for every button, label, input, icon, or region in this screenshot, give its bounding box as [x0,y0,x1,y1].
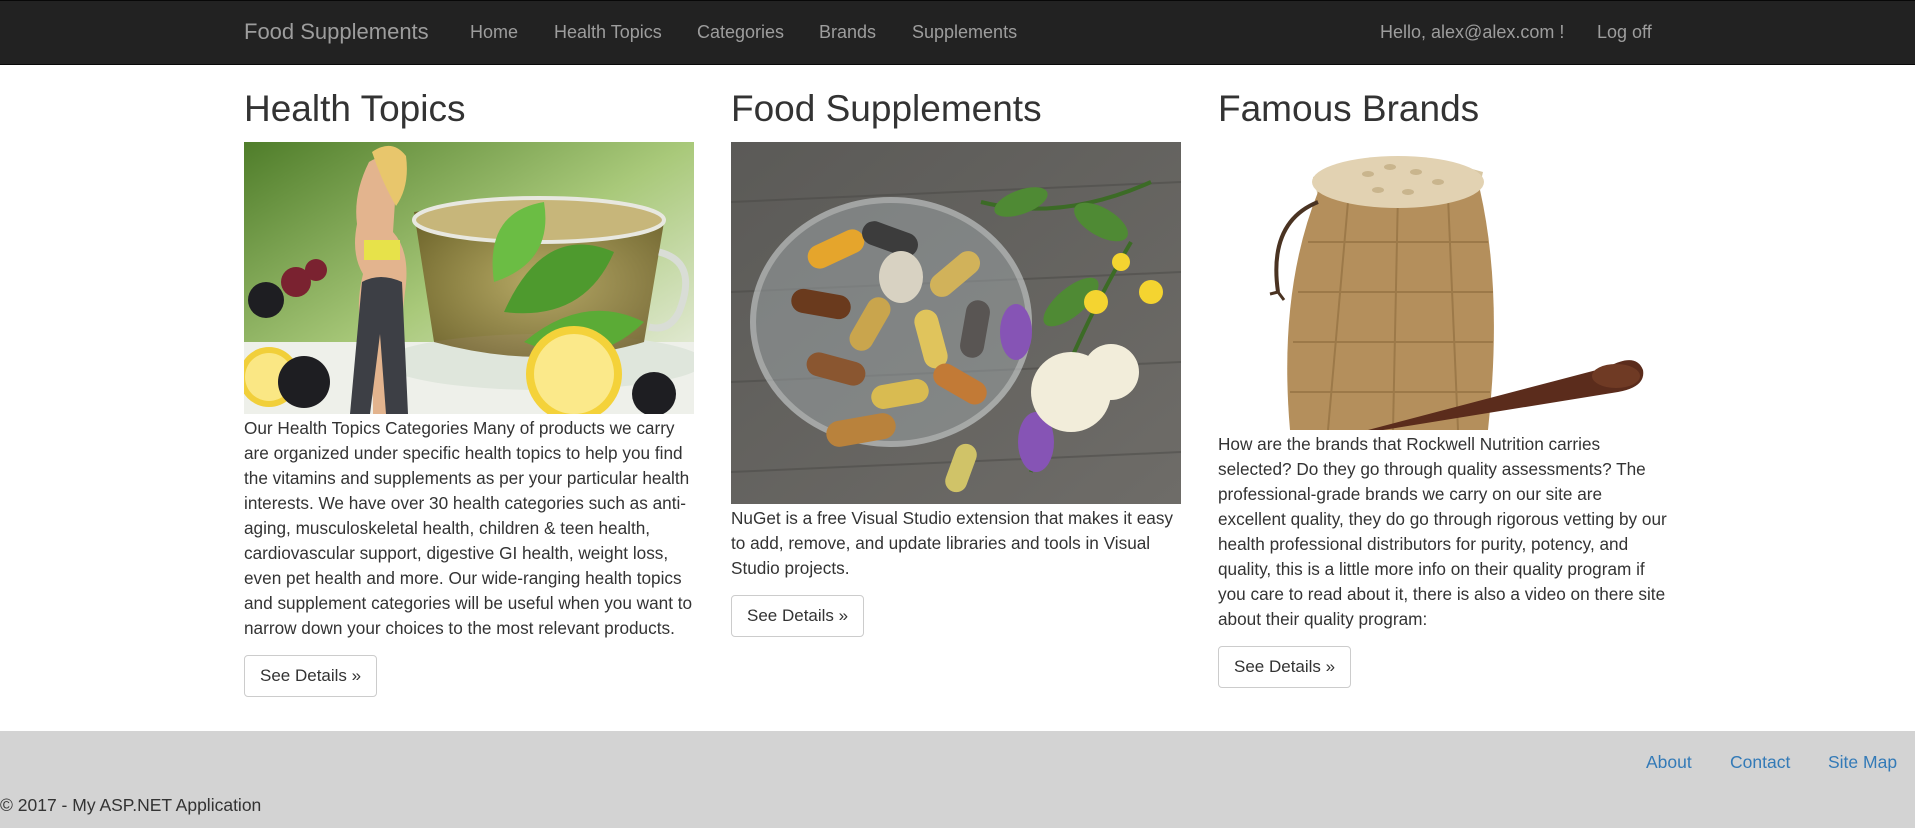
footer-about-link[interactable]: About [1646,752,1692,773]
see-details-button[interactable]: See Details » [1218,646,1352,688]
copyright-text: © 2017 - My ASP.NET Application [0,795,262,815]
food-supplements-column: Food Supplements NuGet is a free Visual … [731,84,1183,637]
famous-brands-column: Famous Brands How are the brands that Ro… [1218,84,1670,688]
user-greeting-link[interactable]: Hello, alex@alex.com ! [1380,22,1564,43]
column-text: Our Health Topics Categories Many of pro… [244,418,693,638]
tea-mint-lemon-berries-woman-icon [244,142,694,414]
grain-sack-wooden-spoon-icon [1218,142,1668,430]
pills-bowl-herbs-icon [731,142,1181,504]
nav-categories[interactable]: Categories [697,22,784,43]
column-heading: Food Supplements [731,88,1042,129]
nav-health-topics[interactable]: Health Topics [554,22,662,43]
footer: About Contact Site Map © 2017 - My ASP.N… [0,731,1915,828]
column-heading: Health Topics [244,88,466,129]
nav-brands[interactable]: Brands [819,22,876,43]
see-details-button[interactable]: See Details » [731,595,865,637]
nav-supplements[interactable]: Supplements [912,22,1017,43]
column-text: How are the brands that Rockwell Nutriti… [1218,434,1667,629]
top-navbar: Food Supplements Home Health Topics Cate… [0,0,1915,65]
health-topics-column: Health Topics Our Health Topics Categori… [244,84,696,697]
footer-contact-link[interactable]: Contact [1730,752,1790,773]
see-details-button[interactable]: See Details » [244,655,378,697]
brand-link[interactable]: Food Supplements [244,19,429,45]
footer-sitemap-link[interactable]: Site Map [1828,752,1897,773]
column-heading: Famous Brands [1218,88,1480,129]
logoff-link[interactable]: Log off [1597,22,1652,43]
column-text: NuGet is a free Visual Studio extension … [731,508,1174,578]
nav-home[interactable]: Home [470,22,518,43]
